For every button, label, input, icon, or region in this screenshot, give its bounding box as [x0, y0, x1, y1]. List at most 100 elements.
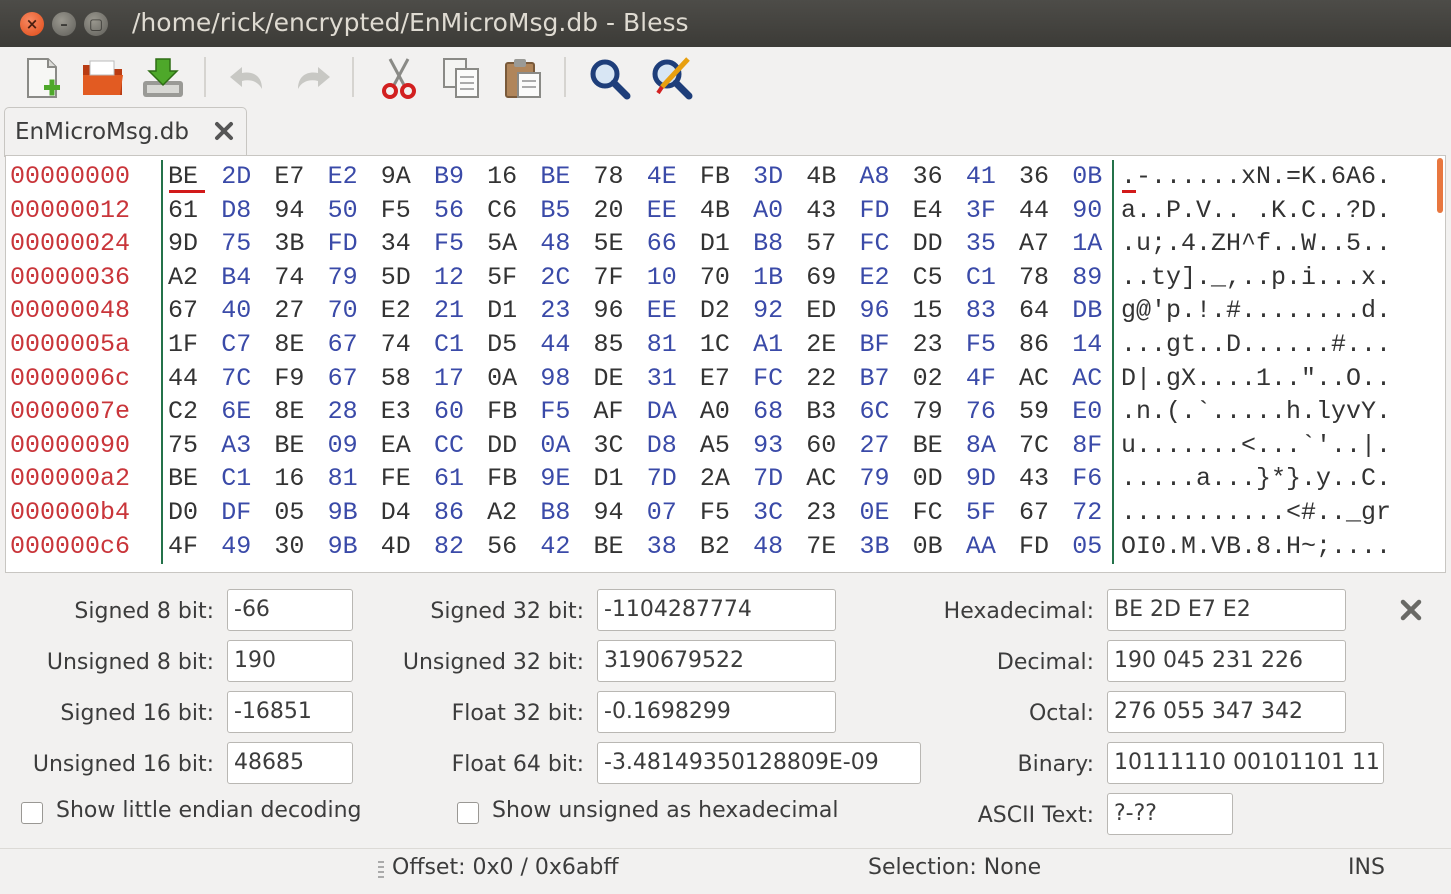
hex-byte[interactable]: 4B [806, 160, 859, 194]
hex-byte[interactable]: AC [806, 462, 859, 496]
hex-byte[interactable]: C2 [168, 395, 221, 429]
hex-byte[interactable]: 60 [434, 395, 487, 429]
hex-byte[interactable]: 38 [647, 530, 700, 564]
hex-byte[interactable]: A3 [221, 429, 274, 463]
unsigned-hex-label[interactable]: Show unsigned as hexadecimal [492, 798, 838, 823]
hex-byte[interactable]: 78 [594, 160, 647, 194]
hex-byte[interactable]: 66 [647, 227, 700, 261]
hex-byte[interactable]: 16 [487, 160, 540, 194]
hex-byte[interactable]: 2C [540, 261, 593, 295]
ascii-text-field[interactable]: ?-?? [1107, 793, 1233, 835]
hex-byte[interactable]: 9D [168, 227, 221, 261]
hex-byte[interactable]: 8A [966, 429, 1019, 463]
octal-field[interactable]: 276 055 347 342 [1107, 691, 1346, 733]
hex-byte[interactable]: F5 [434, 227, 487, 261]
hex-byte[interactable]: D1 [700, 227, 753, 261]
hex-byte[interactable]: 7D [647, 462, 700, 496]
ascii-row[interactable]: a..P.V.. .K.C..?D. [1121, 194, 1391, 228]
hex-byte[interactable]: E4 [913, 194, 966, 228]
hex-byte[interactable]: D8 [221, 194, 274, 228]
hex-byte[interactable]: 69 [806, 261, 859, 295]
copy-button[interactable] [438, 55, 484, 101]
hex-byte[interactable]: ED [806, 294, 859, 328]
hex-byte[interactable]: 8F [1072, 429, 1125, 463]
hex-byte[interactable]: B2 [700, 530, 753, 564]
hex-byte[interactable]: E2 [328, 160, 381, 194]
hex-byte[interactable]: 42 [540, 530, 593, 564]
hex-byte[interactable]: 86 [1019, 328, 1072, 362]
hex-byte[interactable]: 0B [1072, 160, 1125, 194]
hex-byte[interactable]: F5 [700, 496, 753, 530]
hex-byte[interactable]: 74 [274, 261, 327, 295]
hex-byte[interactable]: A2 [168, 261, 221, 295]
hex-byte[interactable]: FC [859, 227, 912, 261]
hex-byte[interactable]: 5D [381, 261, 434, 295]
hex-byte[interactable]: CC [434, 429, 487, 463]
hex-byte[interactable]: B7 [859, 362, 912, 396]
signed-16-field[interactable]: -16851 [227, 691, 353, 733]
ascii-row[interactable]: u.......<...`'..|. [1121, 429, 1391, 463]
hex-byte[interactable]: 31 [647, 362, 700, 396]
hex-byte[interactable]: 23 [913, 328, 966, 362]
cut-button[interactable] [376, 55, 422, 101]
hex-byte[interactable]: A7 [1019, 227, 1072, 261]
hex-byte[interactable]: C1 [966, 261, 1019, 295]
hex-byte[interactable]: 1B [753, 261, 806, 295]
hex-byte[interactable]: 0A [487, 362, 540, 396]
hex-byte[interactable]: BE [168, 160, 221, 194]
hex-byte[interactable]: EE [647, 194, 700, 228]
hex-byte[interactable]: 7F [594, 261, 647, 295]
hex-byte[interactable]: 75 [221, 227, 274, 261]
hex-byte[interactable]: FB [487, 462, 540, 496]
signed-8-field[interactable]: -66 [227, 589, 353, 631]
find-button[interactable] [586, 55, 632, 101]
hex-byte[interactable]: EE [647, 294, 700, 328]
hex-byte[interactable]: 44 [540, 328, 593, 362]
hex-byte[interactable]: 4E [647, 160, 700, 194]
hex-byte[interactable]: E2 [381, 294, 434, 328]
hex-byte[interactable]: 98 [540, 362, 593, 396]
hex-byte[interactable]: 22 [806, 362, 859, 396]
hex-byte[interactable]: 85 [594, 328, 647, 362]
hex-byte[interactable]: 50 [328, 194, 381, 228]
hex-byte[interactable]: 36 [913, 160, 966, 194]
decimal-field[interactable]: 190 045 231 226 [1107, 640, 1346, 682]
hex-byte[interactable]: 1A [1072, 227, 1125, 261]
hex-byte[interactable]: 3B [274, 227, 327, 261]
hex-byte[interactable]: 82 [434, 530, 487, 564]
hex-byte[interactable]: 83 [966, 294, 1019, 328]
hex-byte[interactable]: 28 [328, 395, 381, 429]
hex-byte[interactable]: BE [274, 429, 327, 463]
hex-byte[interactable]: B9 [434, 160, 487, 194]
hex-byte[interactable]: B8 [753, 227, 806, 261]
hex-row[interactable]: 61 D8 94 50 F5 56 C6 B5 20 EE 4B A0 43 FD E4 3F 44 90 [168, 194, 1125, 228]
hex-byte[interactable]: BE [594, 530, 647, 564]
hex-byte[interactable]: 6E [221, 395, 274, 429]
hex-byte[interactable]: 3F [966, 194, 1019, 228]
ascii-column[interactable]: .-......xN.=K.6A6. a..P.V.. .K.C..?D. .u;.… [1121, 160, 1391, 563]
hex-byte[interactable]: 56 [434, 194, 487, 228]
hex-byte[interactable]: 78 [1019, 261, 1072, 295]
hex-byte[interactable]: F5 [966, 328, 1019, 362]
hex-byte[interactable]: 67 [328, 362, 381, 396]
hex-byte[interactable]: 10 [647, 261, 700, 295]
hex-row[interactable]: C2 6E 8E 28 E3 60 FB F5 AF DA A0 68 B3 6C 79 76 59 E0 [168, 395, 1125, 429]
hex-byte[interactable]: DD [487, 429, 540, 463]
hex-byte[interactable]: FB [700, 160, 753, 194]
hex-byte[interactable]: 30 [274, 530, 327, 564]
float-32-field[interactable]: -0.1698299 [597, 691, 836, 733]
hex-byte[interactable]: 72 [1072, 496, 1125, 530]
hex-byte[interactable]: 81 [328, 462, 381, 496]
hex-byte[interactable]: B4 [221, 261, 274, 295]
hex-byte[interactable]: 59 [1019, 395, 1072, 429]
hex-byte[interactable]: 20 [594, 194, 647, 228]
hex-byte[interactable]: 27 [274, 294, 327, 328]
hex-byte[interactable]: C1 [434, 328, 487, 362]
hex-byte[interactable]: 21 [434, 294, 487, 328]
window-close-button[interactable]: × [20, 12, 44, 36]
hex-byte[interactable]: 17 [434, 362, 487, 396]
hex-byte[interactable]: 23 [540, 294, 593, 328]
hex-byte[interactable]: F6 [1072, 462, 1125, 496]
hex-row[interactable]: 44 7C F9 67 58 17 0A 98 DE 31 E7 FC 22 B7 02 4F AC AC [168, 362, 1125, 396]
hex-byte[interactable]: E7 [700, 362, 753, 396]
